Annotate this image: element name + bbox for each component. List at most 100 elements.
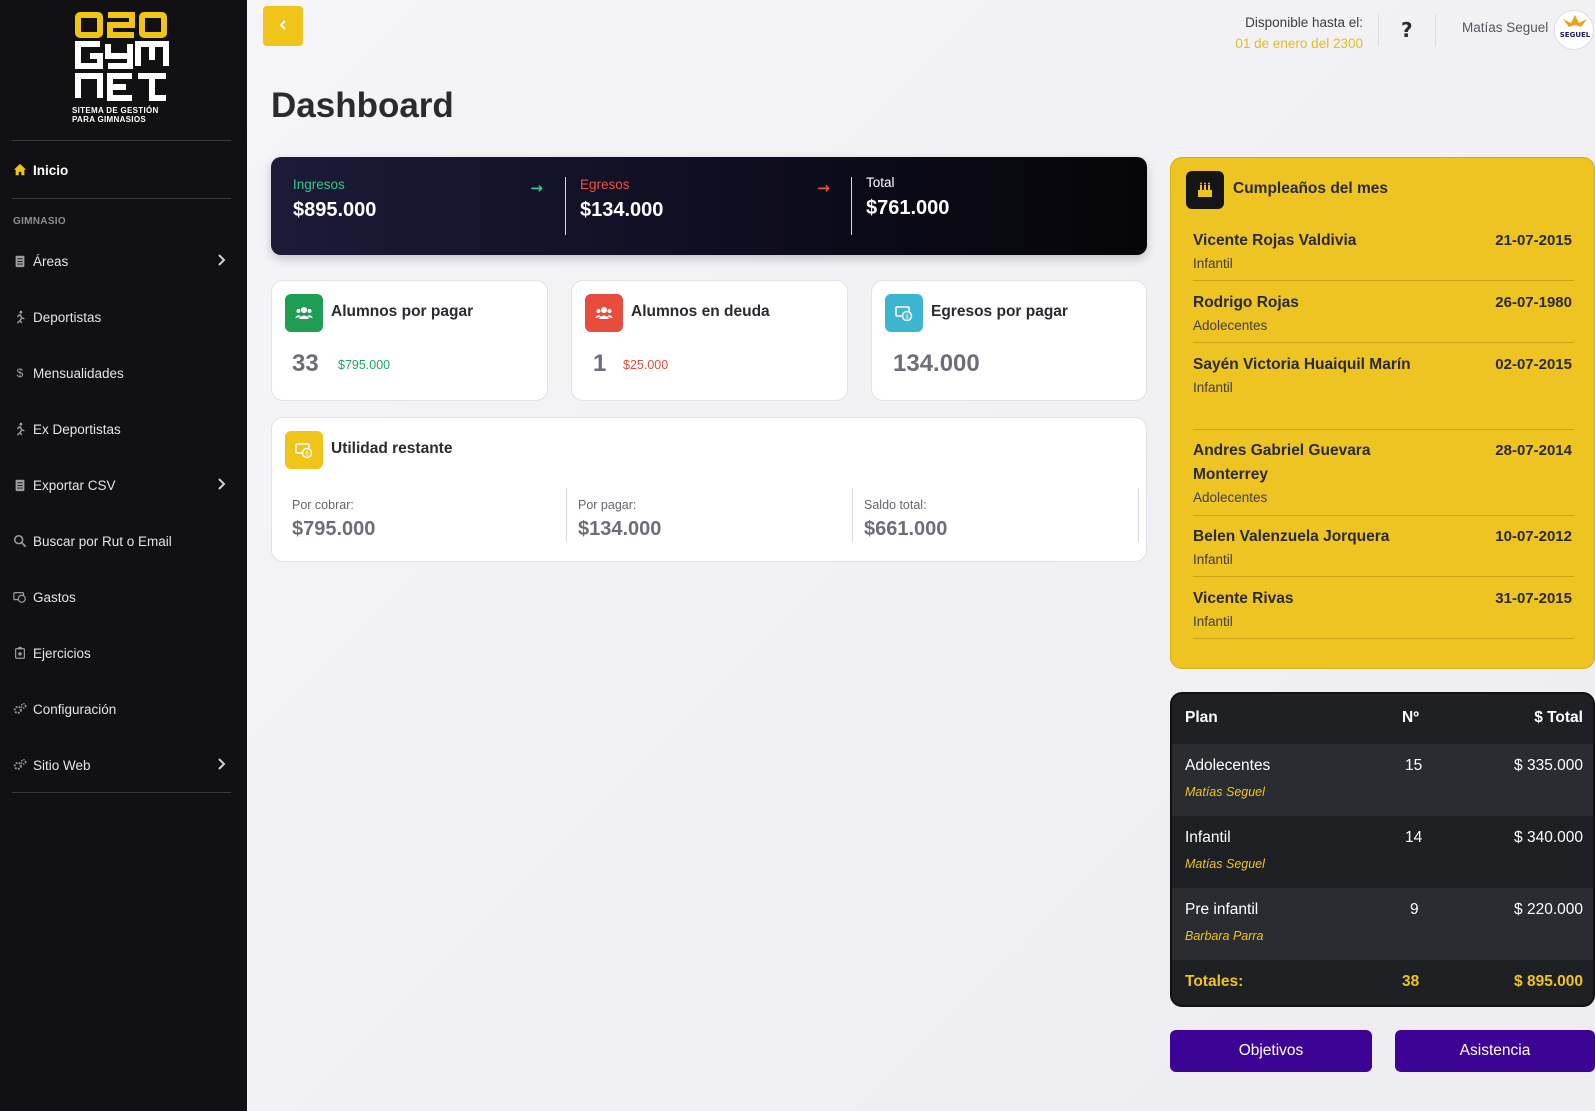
plan-coach: Matías Seguel bbox=[1185, 785, 1265, 799]
column-header-count: Nº bbox=[1402, 709, 1419, 726]
birthday-row[interactable]: Belen Valenzuela Jorquera Infantil 10-07… bbox=[1193, 525, 1574, 577]
birthday-name: Andres Gabriel Guevara Monterrey bbox=[1193, 442, 1371, 483]
brand-logo[interactable]: SITEMA DE GESTIÓN PARA GIMNASIOS bbox=[72, 10, 172, 128]
cogs-icon bbox=[13, 758, 27, 772]
sidebar: SITEMA DE GESTIÓN PARA GIMNASIOS Inicio … bbox=[0, 0, 247, 1111]
brand-subtitle-line1: SITEMA DE GESTIÓN bbox=[72, 106, 159, 115]
sidebar-item-label: Configuración bbox=[33, 701, 117, 717]
brand-subtitle: SITEMA DE GESTIÓN PARA GIMNASIOS bbox=[72, 106, 172, 124]
attendance-button[interactable]: Asistencia bbox=[1395, 1030, 1595, 1072]
utility-divider bbox=[1138, 488, 1139, 542]
logo-mark bbox=[75, 12, 169, 101]
expenses-label: Egresos bbox=[580, 177, 630, 192]
card-title: Alumnos en deuda bbox=[631, 303, 770, 320]
running-icon bbox=[13, 310, 27, 324]
sidebar-item-exportar-csv[interactable]: Exportar CSV bbox=[0, 465, 247, 505]
totals-label: Totales: bbox=[1185, 973, 1244, 990]
sidebar-item-ex-deportistas[interactable]: Ex Deportistas bbox=[0, 409, 247, 449]
balance-label: Saldo total: bbox=[864, 498, 927, 512]
table-row[interactable]: Infantil Matías Seguel 14 $ 340.000 bbox=[1172, 816, 1593, 888]
plan-name: Pre infantil bbox=[1185, 901, 1259, 918]
sidebar-item-label: Exportar CSV bbox=[33, 477, 116, 493]
income-label: Ingresos bbox=[293, 177, 345, 192]
money-icon: $ bbox=[885, 294, 923, 332]
clipboard-icon bbox=[13, 478, 27, 492]
sidebar-item-buscar[interactable]: Buscar por Rut o Email bbox=[0, 521, 247, 561]
totals-row: Totales: 38 $ 895.000 bbox=[1172, 960, 1593, 1005]
clipboard-icon bbox=[13, 254, 27, 268]
students-to-pay-count: 33 bbox=[292, 350, 319, 377]
birthday-row[interactable]: Sayén Victoria Huaiquil Marín Infantil 0… bbox=[1193, 353, 1574, 430]
sidebar-item-configuracion[interactable]: Configuración bbox=[0, 689, 247, 729]
payable: Por pagar: $134.000 bbox=[578, 498, 661, 541]
header-divider bbox=[1435, 14, 1436, 46]
expenses-to-pay-card[interactable]: $ Egresos por pagar 134.000 bbox=[871, 280, 1147, 401]
running-icon bbox=[13, 422, 27, 436]
sidebar-item-inicio[interactable]: Inicio bbox=[0, 150, 247, 190]
sidebar-divider bbox=[12, 792, 231, 793]
sidebar-item-label: Áreas bbox=[33, 253, 69, 269]
sidebar-item-label: Sitio Web bbox=[33, 757, 91, 773]
students-in-debt-card[interactable]: Alumnos en deuda 1 $25.000 bbox=[571, 280, 848, 401]
user-name[interactable]: Matías Seguel bbox=[1462, 20, 1548, 35]
sidebar-item-sitio-web[interactable]: Sitio Web bbox=[0, 745, 247, 785]
objectives-button[interactable]: Objetivos bbox=[1170, 1030, 1372, 1072]
birthdays-title: Cumpleaños del mes bbox=[1233, 180, 1389, 197]
income-value: $895.000 bbox=[293, 199, 377, 221]
receivable: Por cobrar: $795.000 bbox=[292, 498, 375, 541]
avatar[interactable]: SEGUEL bbox=[1554, 10, 1594, 50]
income-summary: Ingresos $895.000 → bbox=[293, 177, 543, 237]
cogs-icon bbox=[13, 702, 27, 716]
plan-table-header: Plan Nº $ Total bbox=[1172, 694, 1593, 744]
sidebar-item-areas[interactable]: Áreas bbox=[0, 241, 247, 281]
birthday-category: Adolecentes bbox=[1193, 318, 1268, 333]
sidebar-item-label: Mensualidades bbox=[33, 365, 124, 381]
balance: Saldo total: $661.000 bbox=[864, 498, 947, 541]
balance-value: $661.000 bbox=[864, 518, 948, 540]
birthday-cake-icon bbox=[1186, 171, 1224, 209]
birthday-row[interactable]: Andres Gabriel Guevara Monterrey Adolece… bbox=[1193, 439, 1574, 516]
students-to-pay-card[interactable]: Alumnos por pagar 33 $795.000 bbox=[271, 280, 548, 401]
totals-amount: $ 895.000 bbox=[1514, 973, 1583, 990]
plan-count: 15 bbox=[1405, 757, 1423, 774]
utility-divider bbox=[852, 488, 853, 542]
receivable-value: $795.000 bbox=[292, 518, 376, 540]
availability-info: Disponible hasta el: 01 de enero del 230… bbox=[1235, 12, 1363, 54]
table-row[interactable]: Pre infantil Barbara Parra 9 $ 220.000 bbox=[1172, 888, 1593, 960]
card-title: Utilidad restante bbox=[331, 440, 453, 457]
availability-label: Disponible hasta el: bbox=[1245, 15, 1363, 30]
plan-name: Infantil bbox=[1185, 829, 1231, 846]
sidebar-section-label: GIMNASIO bbox=[13, 216, 66, 227]
birthday-name: Belen Valenzuela Jorquera bbox=[1193, 528, 1390, 545]
plan-coach: Barbara Parra bbox=[1185, 929, 1264, 943]
students-in-debt-amount: $25.000 bbox=[623, 358, 669, 372]
dumbbell-icon bbox=[13, 646, 27, 660]
sidebar-item-gastos[interactable]: Gastos bbox=[0, 577, 247, 617]
sidebar-item-label: Gastos bbox=[33, 589, 76, 605]
birthdays-card: Cumpleaños del mes Vicente Rojas Valdivi… bbox=[1170, 157, 1595, 669]
table-row[interactable]: Adolecentes Matías Seguel 15 $ 335.000 bbox=[1172, 744, 1593, 816]
birthday-category: Infantil bbox=[1193, 552, 1233, 567]
collapse-sidebar-button[interactable] bbox=[263, 6, 303, 46]
users-icon bbox=[285, 294, 323, 332]
column-header-total: $ Total bbox=[1534, 709, 1583, 726]
sidebar-item-deportistas[interactable]: Deportistas bbox=[0, 297, 247, 337]
sidebar-item-label: Buscar por Rut o Email bbox=[33, 533, 172, 549]
sidebar-item-mensualidades[interactable]: $ Mensualidades bbox=[0, 353, 247, 393]
sidebar-item-ejercicios[interactable]: Ejercicios bbox=[0, 633, 247, 673]
birthday-date: 10-07-2012 bbox=[1495, 528, 1572, 545]
chevron-right-icon bbox=[217, 757, 227, 771]
total-value: $761.000 bbox=[866, 197, 950, 219]
expenses-value: $134.000 bbox=[580, 199, 664, 221]
birthday-date: 02-07-2015 bbox=[1495, 356, 1572, 373]
birthday-row[interactable]: Vicente Rivas Infantil 31-07-2015 bbox=[1193, 587, 1574, 639]
payable-label: Por pagar: bbox=[578, 498, 637, 512]
finance-summary: Ingresos $895.000 → Egresos $134.000 → T… bbox=[271, 157, 1147, 255]
expenses-summary: Egresos $134.000 → bbox=[580, 177, 830, 237]
birthday-row[interactable]: Rodrigo Rojas Adolecentes 26-07-1980 bbox=[1193, 291, 1574, 343]
card-title: Egresos por pagar bbox=[931, 303, 1068, 320]
remaining-utility-card: $ Utilidad restante Por cobrar: $795.000… bbox=[271, 417, 1147, 562]
birthday-category: Adolecentes bbox=[1193, 490, 1268, 505]
help-button[interactable]: ? bbox=[1401, 18, 1413, 42]
birthday-row[interactable]: Vicente Rojas Valdivia Infantil 21-07-20… bbox=[1193, 229, 1574, 281]
